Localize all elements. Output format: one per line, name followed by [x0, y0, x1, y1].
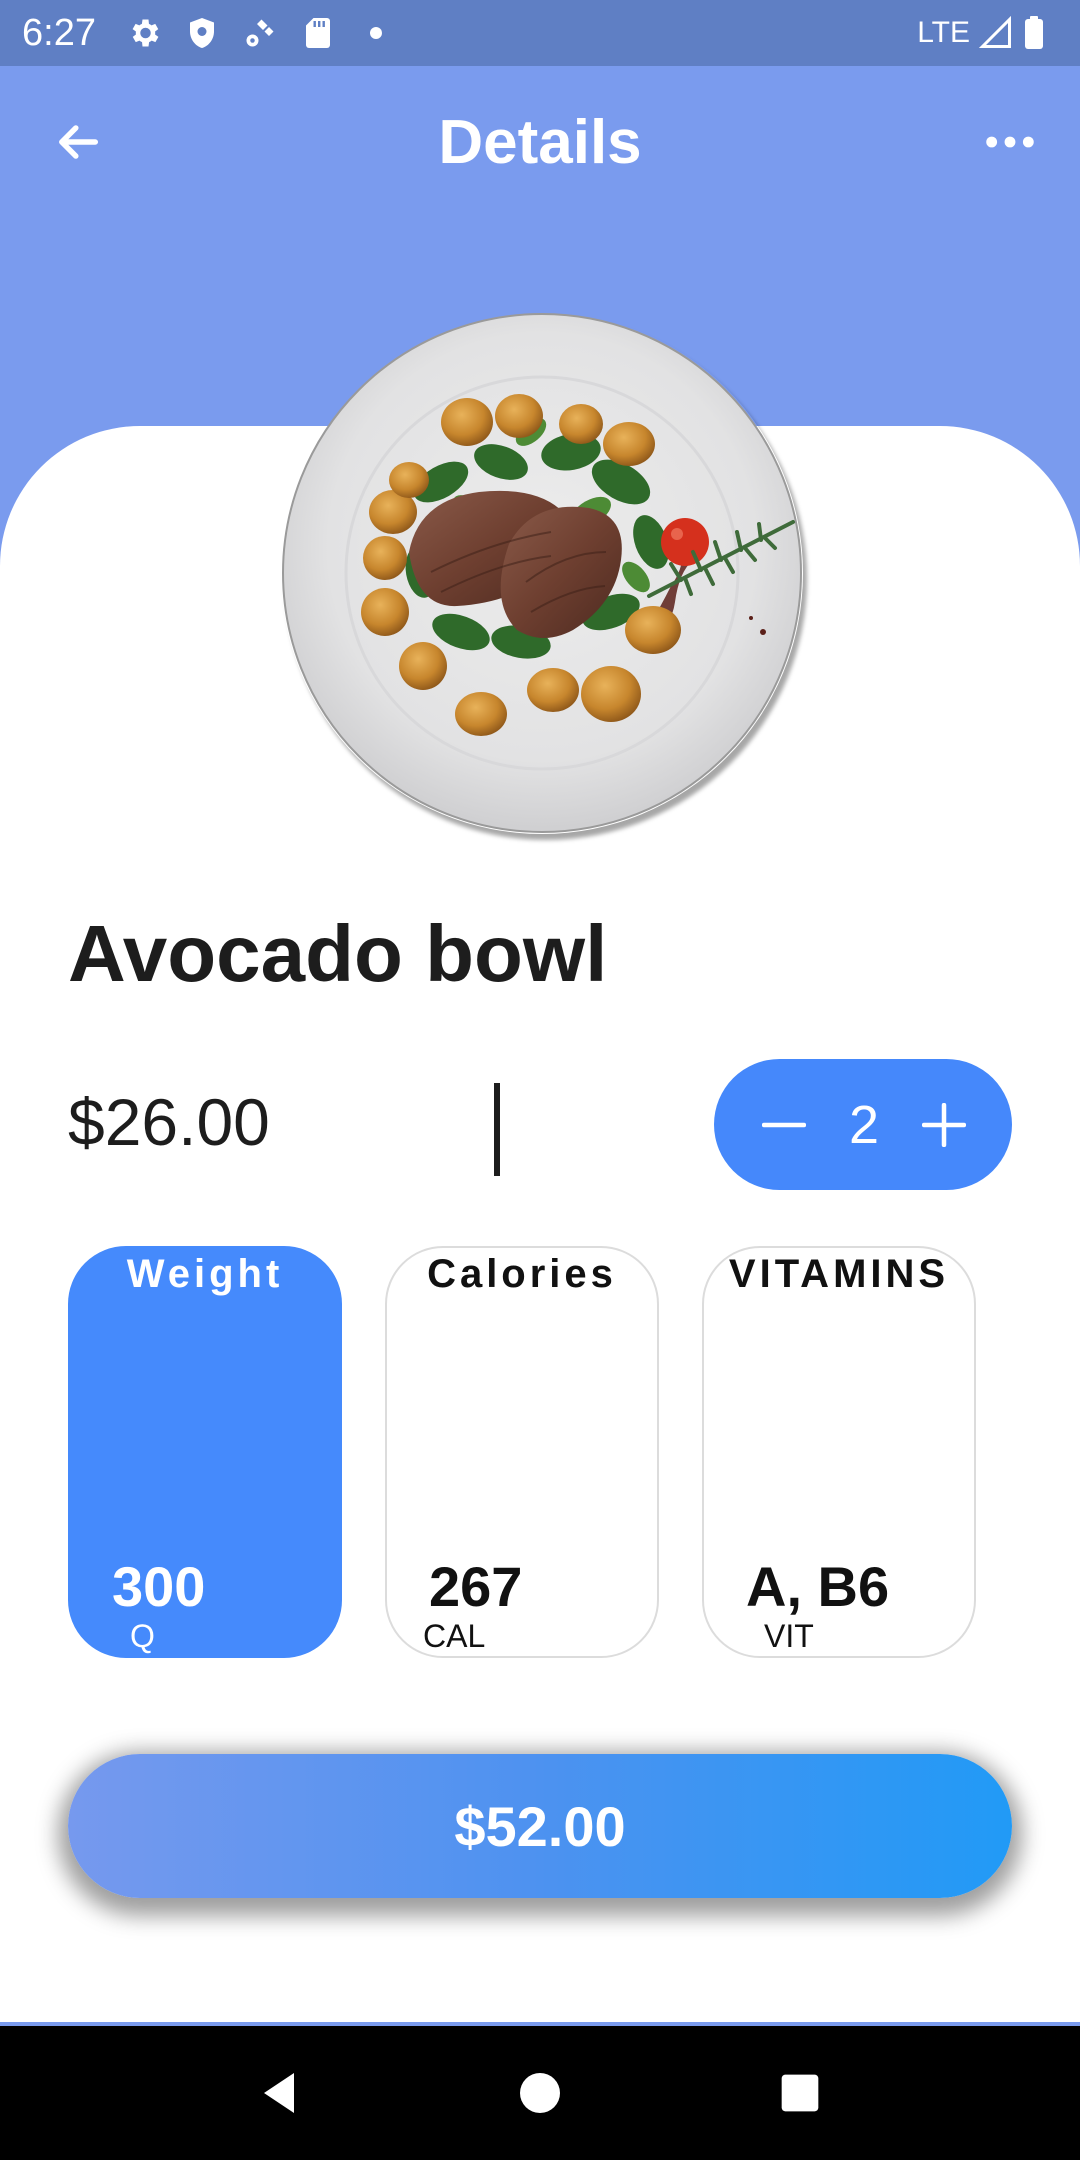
back-triangle-icon	[264, 2073, 294, 2113]
back-button[interactable]	[46, 110, 110, 174]
status-bar: 6:27 LTE	[0, 0, 1080, 66]
page-title: Details	[438, 107, 642, 177]
nutrient-label: Weight	[126, 1252, 284, 1296]
signal-icon	[978, 15, 1014, 51]
nav-back-button[interactable]	[240, 2053, 320, 2133]
app-bar: Details	[0, 66, 1080, 218]
quantity-stepper: 2	[714, 1059, 1012, 1190]
arrow-left-icon	[59, 125, 99, 159]
dot-icon	[358, 15, 394, 51]
status-time: 6:27	[22, 11, 96, 54]
system-nav-bar	[0, 2026, 1080, 2160]
nav-recents-button[interactable]	[760, 2053, 840, 2133]
satellite-icon	[242, 15, 278, 51]
nutrient-value: 267	[429, 1555, 523, 1618]
shield-icon	[184, 15, 220, 51]
nutrient-label: VITAMINS	[728, 1252, 950, 1296]
decrease-button[interactable]	[756, 1097, 812, 1153]
nutrient-unit: CAL	[423, 1618, 486, 1654]
nutrient-card-calories[interactable]: Calories 267 CAL	[385, 1246, 659, 1658]
quantity-value: 2	[848, 1094, 880, 1155]
plus-icon	[921, 1102, 966, 1147]
minus-icon	[762, 1122, 806, 1127]
network-label: LTE	[917, 16, 970, 49]
more-horizontal-icon	[986, 136, 1034, 148]
text-cursor	[494, 1083, 500, 1176]
nutrient-card-weight[interactable]: Weight 300 Q	[68, 1246, 342, 1658]
nutrient-value: 300	[112, 1555, 206, 1618]
nutrient-card-vitamins[interactable]: VITAMINS A, B6 VIT	[702, 1246, 976, 1658]
sd-card-icon	[300, 15, 336, 51]
increase-button[interactable]	[916, 1097, 972, 1153]
nav-home-button[interactable]	[500, 2053, 580, 2133]
nutrient-value: A, B6	[746, 1555, 890, 1618]
total-price-button[interactable]: $52.00	[68, 1754, 1012, 1898]
plate-illustration	[282, 313, 802, 833]
nutrient-unit: Q	[130, 1618, 155, 1654]
nutrient-label: Calories	[427, 1252, 617, 1296]
item-title: Avocado bowl	[68, 909, 608, 998]
home-circle-icon	[520, 2073, 560, 2113]
food-image	[281, 312, 803, 834]
status-icons	[126, 15, 394, 51]
battery-icon	[1022, 15, 1058, 51]
recents-square-icon	[781, 2074, 819, 2112]
settings-icon	[126, 15, 162, 51]
nutrient-unit: VIT	[764, 1618, 814, 1654]
item-price: $26.00	[68, 1085, 270, 1159]
status-right: LTE	[917, 15, 1058, 51]
more-options-button[interactable]	[974, 110, 1046, 174]
